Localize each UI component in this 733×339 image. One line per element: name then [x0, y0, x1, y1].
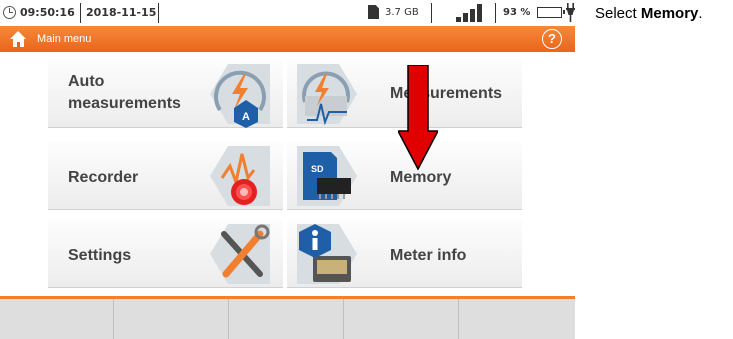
status-bar: 09:50:16 2018-11-15 3.7 GB 93 %	[0, 0, 575, 26]
status-separator	[80, 3, 81, 23]
svg-text:SD: SD	[311, 164, 324, 174]
instruction-prefix: Select	[595, 5, 641, 22]
settings-tools-icon	[210, 224, 270, 284]
home-icon[interactable]	[10, 31, 27, 47]
svg-text:A: A	[242, 111, 250, 123]
memory-label: Memory	[390, 169, 452, 186]
sd-card-icon	[368, 5, 379, 19]
help-button[interactable]: ?	[542, 29, 562, 49]
status-time: 09:50:16	[20, 6, 75, 19]
instruction-text: Select Memory.	[595, 5, 703, 22]
title-bar: Main menu ?	[0, 26, 575, 52]
red-arrow-down-icon	[398, 65, 438, 171]
recorder-icon	[210, 146, 270, 206]
settings-button[interactable]: Settings	[48, 220, 283, 288]
meter-info-icon	[297, 224, 357, 284]
battery-percent: 93 %	[503, 7, 531, 18]
function-key-bar	[0, 296, 575, 339]
function-key-4[interactable]	[345, 299, 459, 339]
measurements-icon	[297, 64, 357, 126]
status-separator	[495, 3, 496, 23]
meter-info-label: Meter info	[390, 247, 467, 264]
function-key-5[interactable]	[460, 299, 574, 339]
device-screen: 09:50:16 2018-11-15 3.7 GB 93 % Main men…	[0, 0, 575, 339]
page-title: Main menu	[37, 33, 92, 45]
instruction-emphasis: Memory	[640, 5, 699, 22]
recorder-button[interactable]: Recorder	[48, 142, 283, 210]
instruction-suffix: .	[698, 5, 703, 22]
auto-measurement-icon: A	[210, 64, 270, 128]
memory-card-icon: SD	[297, 146, 357, 206]
status-date: 2018-11-15	[86, 6, 157, 19]
signal-strength-icon	[456, 4, 486, 22]
storage-free: 3.7 GB	[385, 7, 419, 18]
recorder-label: Recorder	[68, 169, 139, 186]
auto-measurements-label-line1: Auto	[68, 73, 105, 90]
clock-icon	[3, 6, 16, 19]
function-key-1[interactable]	[0, 299, 114, 339]
status-separator	[431, 3, 432, 23]
function-key-3[interactable]	[230, 299, 344, 339]
battery-icon	[537, 7, 565, 18]
status-separator	[158, 3, 159, 23]
function-key-2[interactable]	[115, 299, 229, 339]
meter-info-button[interactable]: Meter info	[287, 220, 522, 288]
power-plug-icon	[566, 3, 575, 22]
settings-label: Settings	[68, 247, 132, 264]
auto-measurements-label-line2: measurements	[68, 95, 181, 112]
auto-measurements-button[interactable]: Auto measurements A	[48, 60, 283, 128]
